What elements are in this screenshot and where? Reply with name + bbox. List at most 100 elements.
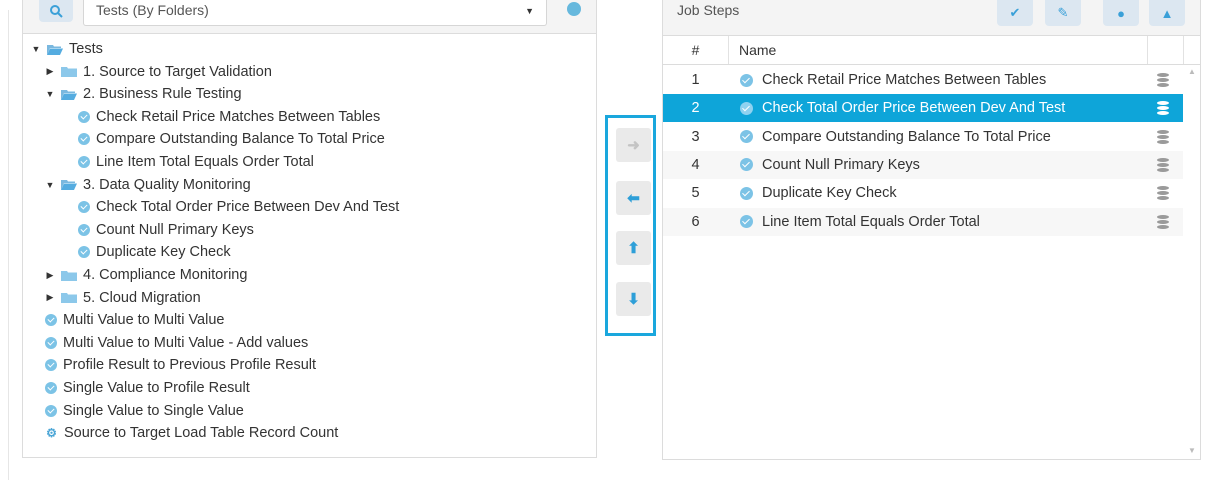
- job-steps-panel: Job Steps ✔ ✎ ● ▲ # Name 1 Check Retail P…: [662, 0, 1201, 460]
- export-button[interactable]: ▲: [1149, 0, 1185, 26]
- database-icon[interactable]: [1157, 157, 1169, 172]
- check-circle-icon: [78, 156, 90, 168]
- table-row[interactable]: 5 Duplicate Key Check: [663, 179, 1183, 207]
- tree-item[interactable]: Duplicate Key Check: [78, 241, 231, 263]
- database-icon[interactable]: [1157, 129, 1169, 144]
- tree-item-label: Check Total Order Price Between Dev And …: [96, 199, 400, 216]
- row-name-cell: Check Retail Price Matches Between Table…: [740, 66, 1046, 94]
- database-icon[interactable]: [1157, 101, 1169, 116]
- move-down-button[interactable]: ⬇: [616, 282, 651, 316]
- caret-right-icon[interactable]: ▶: [45, 270, 55, 281]
- tree-item-label: Profile Result to Previous Profile Resul…: [63, 357, 317, 374]
- tree-item[interactable]: ▼ 2. Business Rule Testing: [45, 83, 242, 105]
- tree-item-label: Single Value to Single Value: [63, 402, 244, 419]
- table-row[interactable]: 3 Compare Outstanding Balance To Total Pr…: [663, 123, 1183, 151]
- check-circle-icon: [45, 359, 57, 372]
- help-icon[interactable]: [567, 2, 581, 16]
- scrollbar[interactable]: ▲ ▼: [1184, 65, 1200, 459]
- check-circle-icon: [740, 215, 753, 228]
- job-steps-title: Job Steps: [677, 2, 740, 18]
- tree-item[interactable]: Single Value to Single Value: [45, 400, 244, 422]
- tests-view-select[interactable]: Tests (By Folders) ▼: [83, 0, 547, 26]
- database-icon[interactable]: [1157, 214, 1169, 229]
- check-all-button[interactable]: ✔: [997, 0, 1033, 26]
- tree-item[interactable]: Multi Value to Multi Value: [45, 309, 224, 331]
- check-circle-icon: [740, 130, 753, 144]
- move-left-button[interactable]: ⬅: [616, 181, 651, 215]
- check-circle-icon: [78, 223, 90, 236]
- tree-item[interactable]: ⚙ Source to Target Load Table Record Coun…: [45, 422, 338, 444]
- tree-item[interactable]: Profile Result to Previous Profile Resul…: [45, 354, 316, 376]
- job-steps-header: Job Steps ✔ ✎ ● ▲: [663, 0, 1200, 36]
- row-name-cell: Duplicate Key Check: [740, 179, 897, 207]
- row-name-cell: Check Total Order Price Between Dev And …: [740, 94, 1065, 122]
- move-right-arrow-icon: ➜: [627, 137, 640, 154]
- folder-open-icon: [47, 44, 63, 55]
- tree-item-label: Compare Outstanding Balance To Total Pri…: [96, 131, 385, 148]
- table-row[interactable]: 4 Count Null Primary Keys: [663, 150, 1183, 179]
- tree-item[interactable]: Count Null Primary Keys: [78, 219, 254, 241]
- caret-right-icon[interactable]: ▶: [45, 66, 55, 77]
- check-circle-icon: [740, 158, 753, 172]
- move-up-button[interactable]: ⬆: [616, 231, 651, 265]
- folder-open-icon: [61, 180, 77, 191]
- check-circle-icon: [78, 246, 90, 259]
- table-row[interactable]: 2 Check Total Order Price Between Dev And…: [663, 94, 1183, 123]
- tree-item[interactable]: Check Retail Price Matches Between Table…: [78, 106, 380, 128]
- row-name-label: Compare Outstanding Balance To Total Pri…: [762, 128, 1051, 145]
- tree-item-label: Line Item Total Equals Order Total: [96, 154, 314, 170]
- run-button[interactable]: ●: [1103, 0, 1139, 26]
- check-icon: ✔: [1009, 5, 1021, 20]
- database-icon[interactable]: [1157, 186, 1169, 201]
- column-header-name[interactable]: Name: [739, 42, 776, 58]
- check-circle-icon: [740, 186, 753, 200]
- caret-down-icon[interactable]: ▼: [45, 180, 55, 190]
- tree-item[interactable]: Check Total Order Price Between Dev And …: [78, 196, 399, 218]
- circle-icon: ●: [1117, 5, 1125, 21]
- check-circle-icon: [740, 73, 753, 87]
- tree-item-label: Count Null Primary Keys: [96, 221, 254, 238]
- caret-right-icon[interactable]: ▶: [45, 292, 55, 303]
- tree-item-label: 4. Compliance Monitoring: [83, 267, 248, 283]
- move-right-button[interactable]: ➜: [616, 128, 651, 162]
- scroll-down-icon[interactable]: ▼: [1188, 446, 1196, 455]
- row-number: 2: [691, 100, 700, 117]
- caret-down-icon[interactable]: ▼: [45, 89, 55, 99]
- search-button[interactable]: [39, 0, 73, 22]
- tree-item-label: Multi Value to Multi Value - Add values: [63, 334, 309, 351]
- row-name-cell: Count Null Primary Keys: [740, 151, 920, 179]
- caret-down-icon[interactable]: ▼: [31, 44, 41, 54]
- job-steps-grid-header: # Name: [663, 36, 1200, 65]
- tree-item[interactable]: ▶ 4. Compliance Monitoring: [45, 264, 248, 286]
- column-divider: [1183, 36, 1184, 64]
- search-icon: [50, 5, 63, 18]
- tree-item[interactable]: Compare Outstanding Balance To Total Pri…: [78, 128, 385, 150]
- edit-button[interactable]: ✎: [1045, 0, 1081, 26]
- tree-item[interactable]: Single Value to Profile Result: [45, 377, 250, 399]
- tree-item-label: Source to Target Load Table Record Count: [64, 425, 339, 442]
- folder-open-icon: [61, 89, 77, 100]
- tree-item[interactable]: Line Item Total Equals Order Total: [78, 151, 314, 173]
- tree-item-label: Single Value to Profile Result: [63, 380, 250, 396]
- pencil-icon: ✎: [1057, 5, 1069, 20]
- scroll-up-icon[interactable]: ▲: [1188, 67, 1196, 76]
- tree-item-label: Multi Value to Multi Value: [63, 312, 225, 329]
- tree-item[interactable]: Multi Value to Multi Value - Add values: [45, 332, 308, 354]
- row-name-label: Duplicate Key Check: [762, 185, 897, 202]
- database-icon[interactable]: [1157, 73, 1169, 87]
- folder-icon: [61, 293, 77, 304]
- table-row[interactable]: 1 Check Retail Price Matches Between Tabl…: [663, 66, 1183, 94]
- tree-item-label: Duplicate Key Check: [96, 244, 231, 261]
- tree-item[interactable]: ▼ 3. Data Quality Monitoring: [45, 174, 251, 196]
- page-edge: [8, 10, 9, 480]
- check-circle-icon: [45, 404, 57, 417]
- column-header-number[interactable]: #: [663, 36, 729, 64]
- check-circle-icon: [740, 101, 753, 115]
- table-row[interactable]: 6 Line Item Total Equals Order Total: [663, 207, 1183, 236]
- tree-item[interactable]: ▶ 5. Cloud Migration: [45, 287, 201, 309]
- tree-item[interactable]: ▼ Tests: [31, 38, 103, 60]
- row-name-label: Check Total Order Price Between Dev And …: [762, 100, 1066, 117]
- tree-item[interactable]: ▶ 1. Source to Target Validation: [45, 61, 272, 83]
- row-name-label: Count Null Primary Keys: [762, 156, 920, 173]
- check-circle-icon: [78, 201, 90, 214]
